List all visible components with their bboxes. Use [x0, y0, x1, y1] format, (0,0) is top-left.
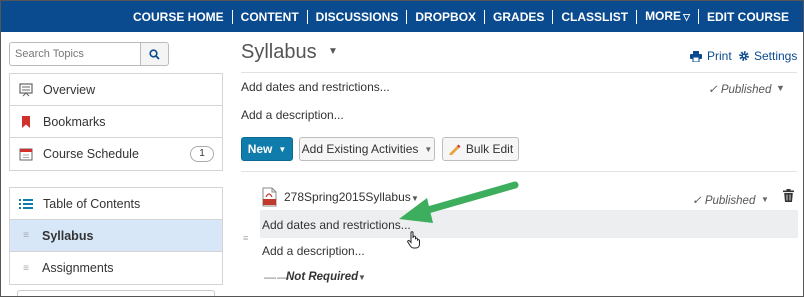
sidebar-item-label: Overview — [43, 82, 96, 97]
trash-icon[interactable] — [783, 189, 794, 205]
calendar-icon — [18, 147, 34, 161]
chevron-down-icon: ▼ — [424, 144, 433, 154]
pencil-icon — [448, 144, 461, 155]
overview-icon — [18, 82, 34, 97]
chevron-down-icon[interactable]: ▼ — [761, 195, 769, 204]
pdf-file-icon — [262, 187, 277, 210]
drag-handle-icon[interactable]: ≡ — [18, 263, 34, 274]
divider — [241, 171, 797, 172]
checkmark-icon: ✓ — [708, 84, 721, 96]
nav-course-home[interactable]: COURSE HOME — [125, 9, 233, 24]
search-bar — [9, 42, 169, 66]
search-input[interactable] — [9, 42, 141, 66]
nav-classlist[interactable]: CLASSLIST — [553, 9, 638, 24]
completion-status[interactable]: Not Required — [286, 271, 358, 283]
settings-link[interactable]: Settings — [738, 49, 797, 63]
count-badge: 1 — [190, 146, 214, 162]
sidebar-item-table-of-contents[interactable]: Table of Contents — [10, 188, 222, 220]
sidebar-item-label: Assignments — [42, 261, 114, 275]
table-of-contents-group: Table of Contents ≡ Syllabus ≡ Assignmen… — [9, 187, 223, 285]
search-icon — [149, 48, 160, 60]
page-title: Syllabus — [241, 41, 317, 63]
published-status[interactable]: ✓ Published — [692, 193, 755, 207]
printer-icon — [690, 50, 702, 62]
sidebar-item-syllabus[interactable]: ≡ Syllabus — [10, 220, 222, 252]
add-existing-activities-button[interactable]: Add Existing Activities ▼ — [299, 137, 435, 161]
divider — [241, 72, 797, 73]
chevron-down-icon[interactable]: ▼ — [358, 273, 366, 282]
nav-dropbox[interactable]: DROPBOX — [407, 9, 486, 24]
add-dates-link[interactable]: Add dates and restrictions... — [241, 80, 390, 94]
nav-content[interactable]: CONTENT — [233, 9, 308, 24]
nav-grades[interactable]: GRADES — [485, 9, 554, 24]
nav-more[interactable]: MORE ▽ — [637, 9, 699, 24]
nav-edit-course[interactable]: EDIT COURSE — [699, 10, 797, 24]
sidebar-item-overview[interactable]: Overview — [10, 74, 222, 106]
hand-cursor-icon — [407, 231, 420, 249]
print-link[interactable]: Print — [690, 49, 732, 63]
published-status[interactable]: ✓ Published — [708, 82, 771, 96]
sidebar-item-label: Syllabus — [42, 228, 94, 243]
app-window: COURSE HOME CONTENT DISCUSSIONS DROPBOX … — [0, 0, 804, 297]
topic-add-description-link[interactable]: Add a description... — [262, 244, 365, 258]
list-icon — [18, 198, 34, 210]
sidebar-item-course-schedule[interactable]: Course Schedule 1 — [10, 138, 222, 170]
bookmark-icon — [18, 115, 34, 129]
sidebar-item-label: Course Schedule — [43, 147, 139, 161]
chevron-down-icon: ▽ — [683, 12, 690, 22]
drag-handle-icon[interactable]: ≡ — [243, 233, 248, 243]
topic-add-dates-link[interactable]: Add dates and restrictions... — [262, 218, 411, 232]
nav-discussions[interactable]: DISCUSSIONS — [308, 9, 408, 24]
new-button[interactable]: New ▼ — [241, 137, 293, 161]
sidebar-top-group: Overview Bookmarks Course Schedule 1 — [9, 73, 223, 171]
sidebar-item-label: Bookmarks — [43, 114, 106, 129]
checkmark-icon: ✓ — [692, 195, 705, 207]
chevron-down-icon: ▼ — [278, 144, 287, 154]
sidebar-panel-edge — [17, 290, 215, 296]
sidebar-item-assignments[interactable]: ≡ Assignments — [10, 252, 222, 284]
add-description-link[interactable]: Add a description... — [241, 108, 344, 122]
top-navbar: COURSE HOME CONTENT DISCUSSIONS DROPBOX … — [1, 1, 803, 32]
sidebar-item-label: Table of Contents — [43, 196, 141, 211]
chevron-down-icon[interactable]: ▼ — [411, 194, 419, 203]
topic-title-link[interactable]: 278Spring2015Syllabus — [284, 190, 411, 204]
gear-icon — [739, 51, 749, 61]
search-button[interactable] — [140, 42, 169, 66]
title-menu-caret-icon[interactable]: ▼ — [328, 46, 338, 57]
drag-handle-icon[interactable]: ≡ — [18, 230, 34, 241]
chevron-down-icon[interactable]: ▼ — [776, 83, 785, 93]
main-content: Syllabus ▼ Print Settings Add dates and … — [233, 32, 803, 296]
sidebar: Overview Bookmarks Course Schedule 1 — [9, 32, 223, 296]
bulk-edit-button[interactable]: Bulk Edit — [442, 137, 519, 161]
sidebar-item-bookmarks[interactable]: Bookmarks — [10, 106, 222, 138]
